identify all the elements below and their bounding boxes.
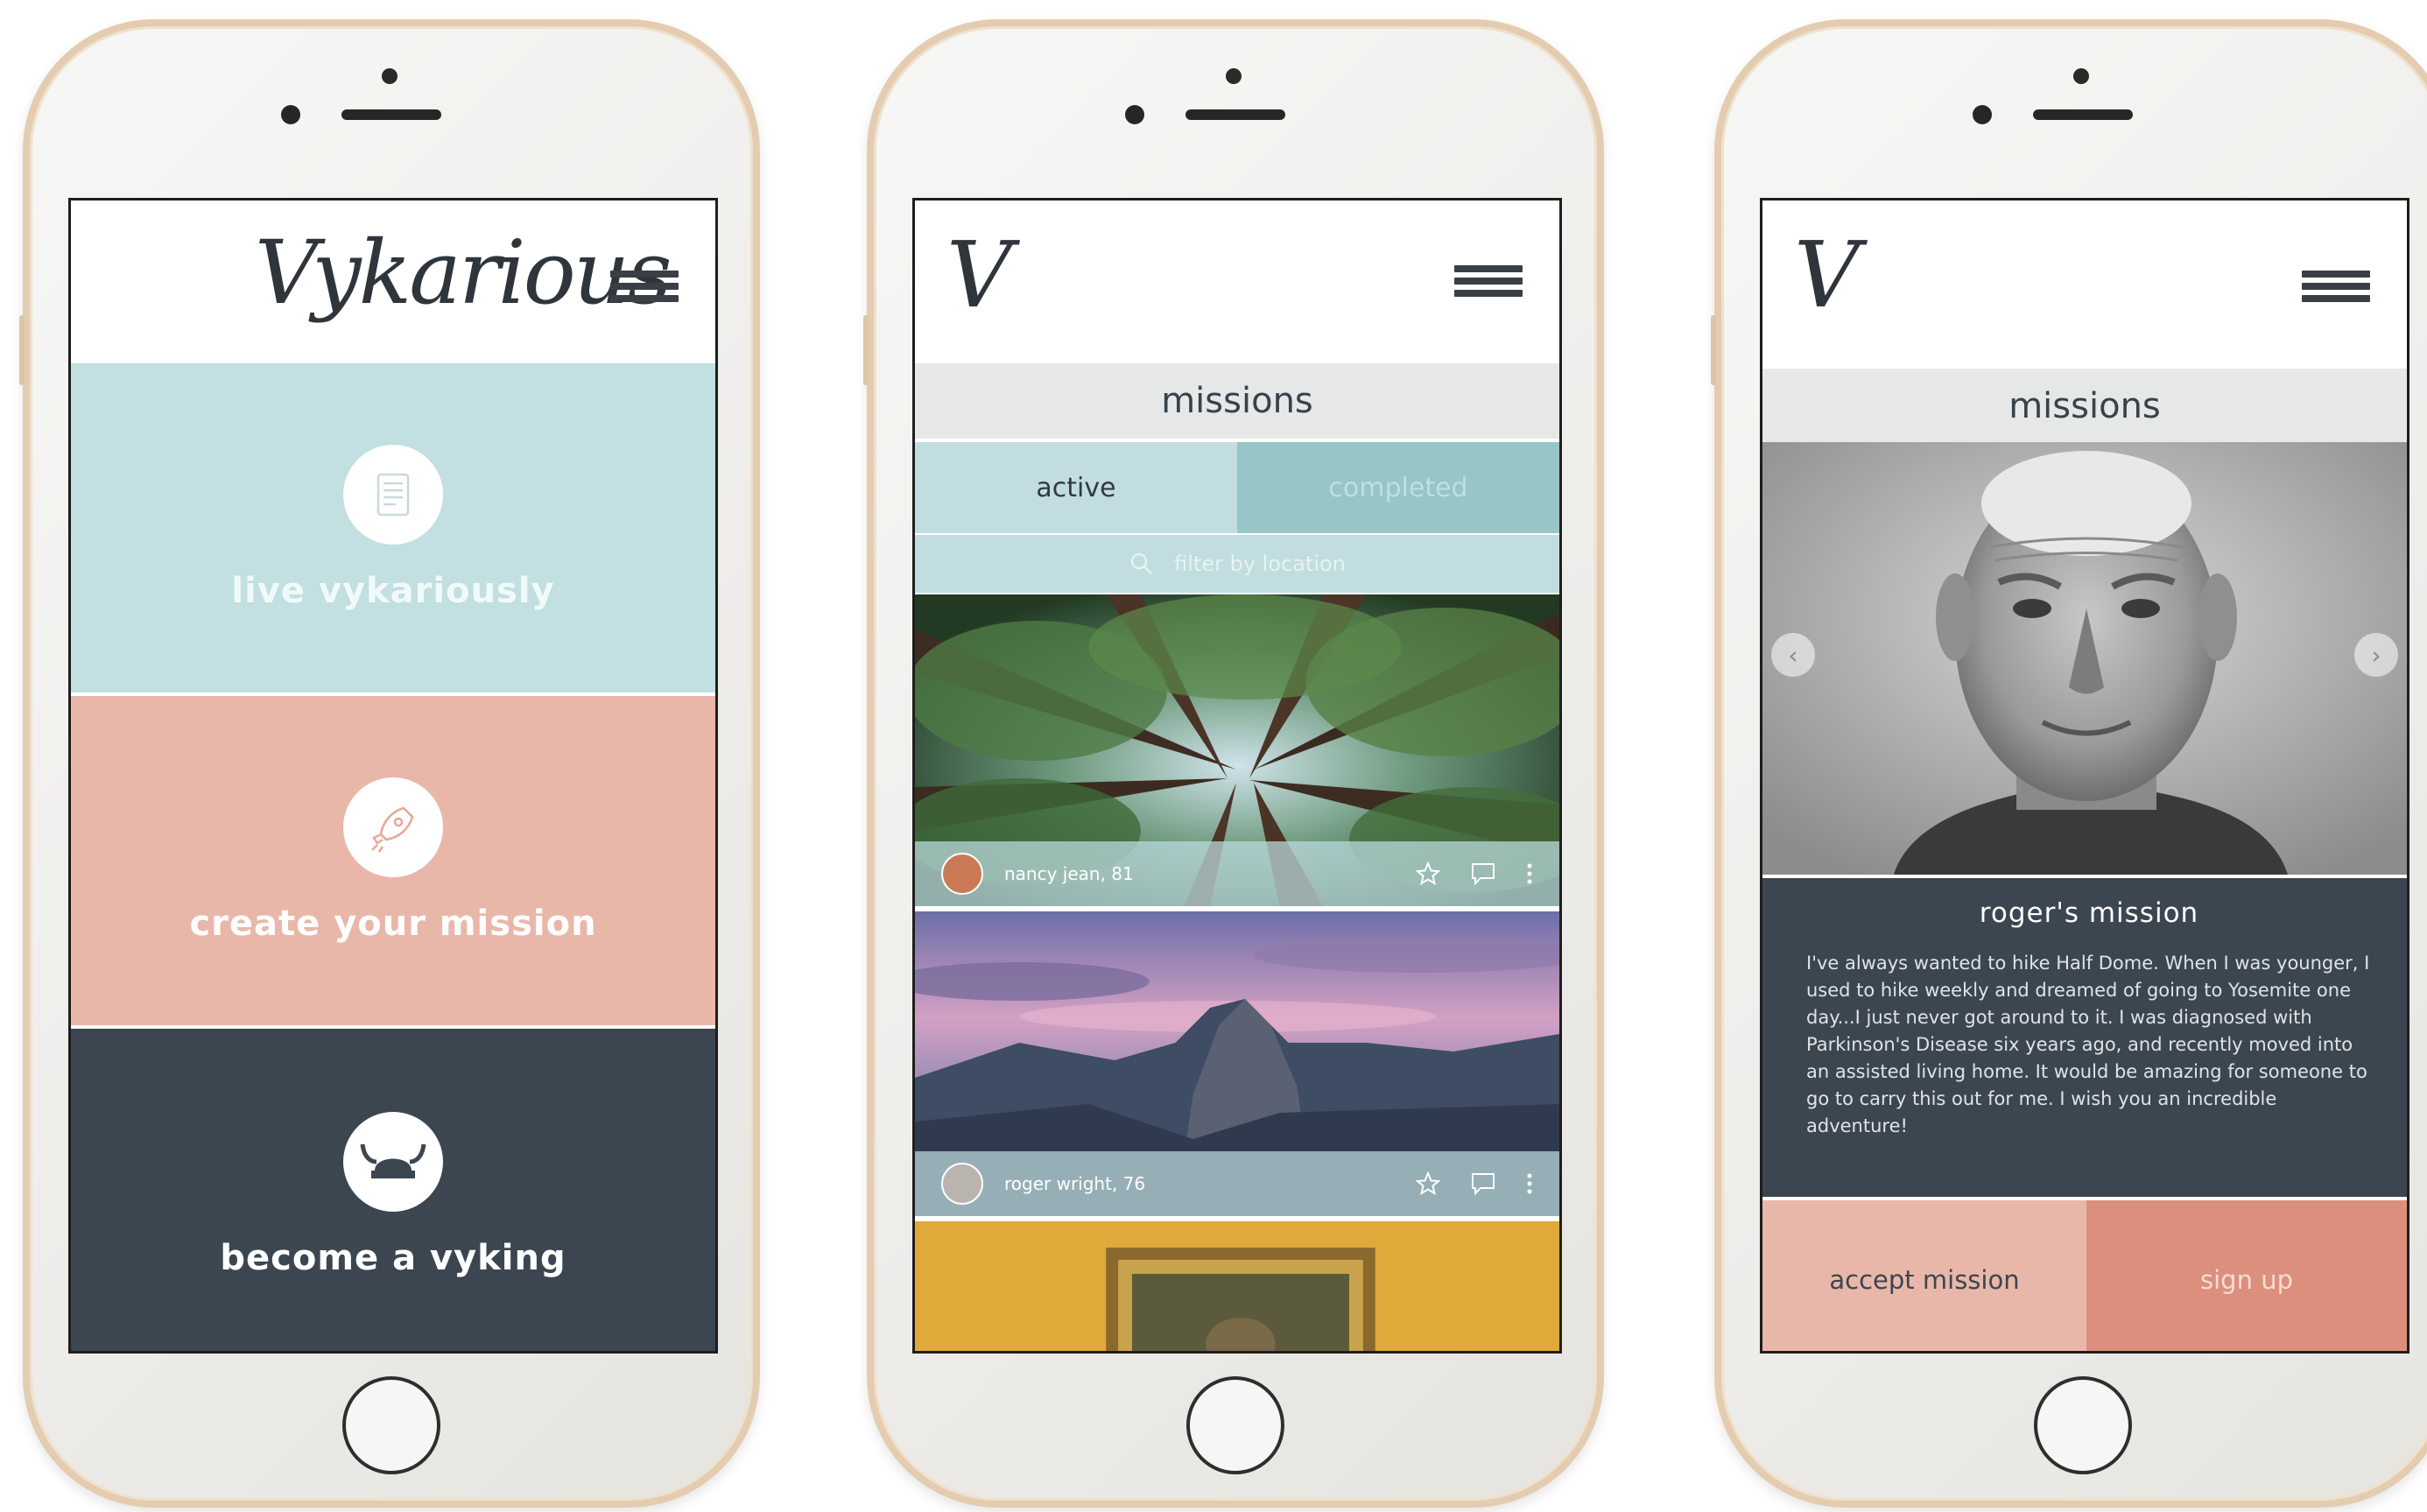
app-header: Vykarious	[71, 200, 715, 363]
proximity-sensor	[281, 105, 300, 124]
home-button[interactable]	[2034, 1376, 2132, 1474]
avatar[interactable]	[941, 853, 983, 895]
mute-switch	[19, 315, 25, 385]
more-options-icon[interactable]	[1526, 861, 1533, 886]
card-footer: roger wright, 76	[915, 1151, 1559, 1216]
earpiece-speaker	[2033, 109, 2133, 120]
viking-helmet-icon	[343, 1112, 443, 1212]
page-title: missions	[1762, 369, 2407, 444]
app-header: V	[1762, 200, 2407, 363]
home-screen: Vykarious live vykariously create your m…	[68, 198, 718, 1354]
app-logo[interactable]: Vykarious	[255, 222, 672, 324]
card-user-name[interactable]: roger wright, 76	[1004, 1173, 1416, 1194]
framed-painting-image	[915, 1221, 1559, 1351]
filter-placeholder: filter by location	[1174, 552, 1346, 576]
carousel-prev-icon[interactable]: ‹	[1771, 633, 1815, 677]
mission-card[interactable]: nancy jean, 81	[915, 594, 1559, 906]
hamburger-menu-icon[interactable]	[2302, 271, 2370, 306]
tile-label: create your mission	[189, 904, 597, 944]
more-options-icon[interactable]	[1526, 1171, 1533, 1196]
phone-frame-missions: V missions active completed filter by lo…	[863, 19, 1604, 1508]
mission-card[interactable]	[915, 1221, 1559, 1351]
star-icon[interactable]	[1416, 1171, 1440, 1196]
earpiece-speaker	[1185, 109, 1285, 120]
tab-active[interactable]: active	[915, 442, 1237, 533]
proximity-sensor	[1125, 105, 1144, 124]
checklist-icon	[343, 445, 443, 545]
phone-frame-home: Vykarious live vykariously create your m…	[19, 19, 760, 1508]
star-icon[interactable]	[1416, 861, 1440, 886]
page-title: missions	[915, 363, 1559, 439]
sign-up-button[interactable]: sign up	[2086, 1200, 2407, 1351]
app-header: V	[915, 200, 1559, 363]
mission-story: I've always wanted to hike Half Dome. Wh…	[1806, 953, 2370, 1136]
carousel-next-icon[interactable]: ›	[2354, 633, 2398, 677]
card-footer: nancy jean, 81	[915, 841, 1559, 906]
search-icon	[1130, 552, 1153, 574]
avatar[interactable]	[941, 1163, 983, 1205]
mission-detail-screen: V missions ‹ › roger's mission I've alwa…	[1760, 198, 2409, 1354]
phone-frame-detail: V missions ‹ › roger's mission I've alwa…	[1711, 19, 2427, 1508]
tile-label: become a vyking	[220, 1238, 566, 1278]
home-button[interactable]	[342, 1376, 440, 1474]
front-camera	[2073, 68, 2089, 84]
mission-tabs: active completed	[915, 442, 1559, 533]
mission-title: roger's mission	[1979, 897, 2199, 929]
tile-label: live vykariously	[231, 571, 555, 611]
mission-actions: accept mission sign up	[1762, 1200, 2407, 1351]
earpiece-speaker	[341, 109, 441, 120]
tab-completed[interactable]: completed	[1237, 442, 1559, 533]
mission-description-panel: roger's mission I've always wanted to hi…	[1762, 878, 2407, 1197]
rocket-icon	[343, 777, 443, 877]
card-user-name[interactable]: nancy jean, 81	[1004, 863, 1416, 884]
location-filter-input[interactable]: filter by location	[915, 535, 1559, 593]
mute-switch	[1711, 315, 1716, 385]
app-logo-mark[interactable]: V	[946, 222, 1012, 328]
tile-become-vyking[interactable]: become a vyking	[71, 1029, 715, 1351]
accept-mission-button[interactable]: accept mission	[1762, 1200, 2086, 1351]
portrait-photo	[1762, 442, 2407, 875]
comment-icon[interactable]	[1470, 1171, 1496, 1196]
missions-screen: V missions active completed filter by lo…	[912, 198, 1562, 1354]
mute-switch	[863, 315, 869, 385]
app-logo-mark[interactable]: V	[1794, 222, 1860, 328]
proximity-sensor	[1973, 105, 1992, 124]
home-button[interactable]	[1186, 1376, 1284, 1474]
photo-carousel[interactable]: ‹ ›	[1762, 442, 2407, 875]
front-camera	[1226, 68, 1242, 84]
front-camera	[382, 68, 397, 84]
tile-live-vykariously[interactable]: live vykariously	[71, 363, 715, 693]
hamburger-menu-icon[interactable]	[1454, 265, 1523, 300]
comment-icon[interactable]	[1470, 861, 1496, 886]
mission-card[interactable]: roger wright, 76	[915, 911, 1559, 1216]
tile-create-mission[interactable]: create your mission	[71, 696, 715, 1025]
hamburger-menu-icon[interactable]	[610, 271, 679, 306]
